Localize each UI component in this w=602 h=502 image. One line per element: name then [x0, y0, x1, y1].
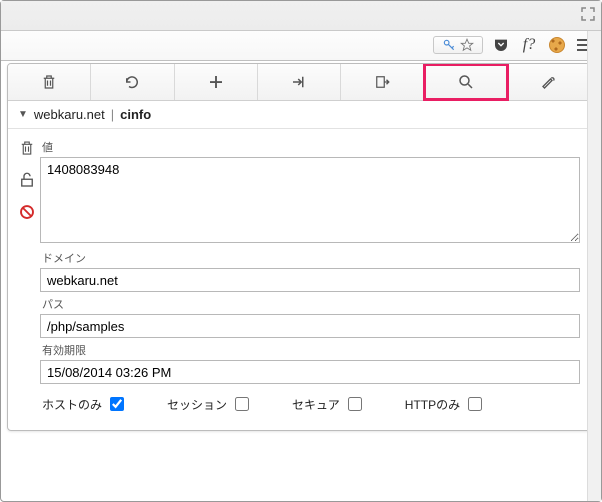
- path-label: パス: [42, 296, 580, 312]
- collapse-icon: ▼: [18, 109, 28, 120]
- domain-label: ドメイン: [42, 250, 580, 266]
- expires-input[interactable]: [40, 360, 580, 384]
- key-icon: [442, 38, 456, 52]
- value-label: 値: [42, 139, 580, 155]
- settings-button[interactable]: [508, 64, 590, 100]
- import-button[interactable]: [258, 64, 341, 100]
- host-only-checkbox[interactable]: ホストのみ: [42, 394, 127, 414]
- block-icon[interactable]: [18, 203, 36, 221]
- reload-button[interactable]: [91, 64, 174, 100]
- search-button[interactable]: [424, 64, 507, 100]
- cookie-editor-panel: ▼ webkaru.net | cinfo 値 ドメイン パス 有効期限: [7, 63, 591, 431]
- http-only-checkbox[interactable]: HTTPのみ: [405, 394, 485, 414]
- cookie-name: cinfo: [120, 107, 151, 122]
- unlock-icon[interactable]: [18, 171, 36, 189]
- export-button[interactable]: [341, 64, 424, 100]
- domain-input[interactable]: [40, 268, 580, 292]
- path-input[interactable]: [40, 314, 580, 338]
- cookie-extension-icon[interactable]: [547, 35, 567, 55]
- expires-label: 有効期限: [42, 342, 580, 358]
- font-question-icon[interactable]: f?: [519, 35, 539, 55]
- bookmark-group[interactable]: [433, 36, 483, 54]
- secure-checkbox[interactable]: セキュア: [292, 394, 365, 414]
- window-scrollbar[interactable]: [587, 31, 601, 501]
- window-titlebar: [1, 1, 601, 31]
- pocket-icon[interactable]: [491, 35, 511, 55]
- star-icon: [460, 38, 474, 52]
- add-button[interactable]: [175, 64, 258, 100]
- cookie-site: webkaru.net: [34, 107, 105, 122]
- session-checkbox[interactable]: セッション: [167, 394, 252, 414]
- fullscreen-icon[interactable]: [581, 7, 595, 21]
- cookie-header[interactable]: ▼ webkaru.net | cinfo: [8, 101, 590, 129]
- delete-button[interactable]: [8, 64, 91, 100]
- delete-cookie-icon[interactable]: [18, 139, 36, 157]
- value-input[interactable]: [40, 157, 580, 243]
- panel-toolbar: [8, 64, 590, 101]
- browser-toolbar: f?: [1, 31, 601, 61]
